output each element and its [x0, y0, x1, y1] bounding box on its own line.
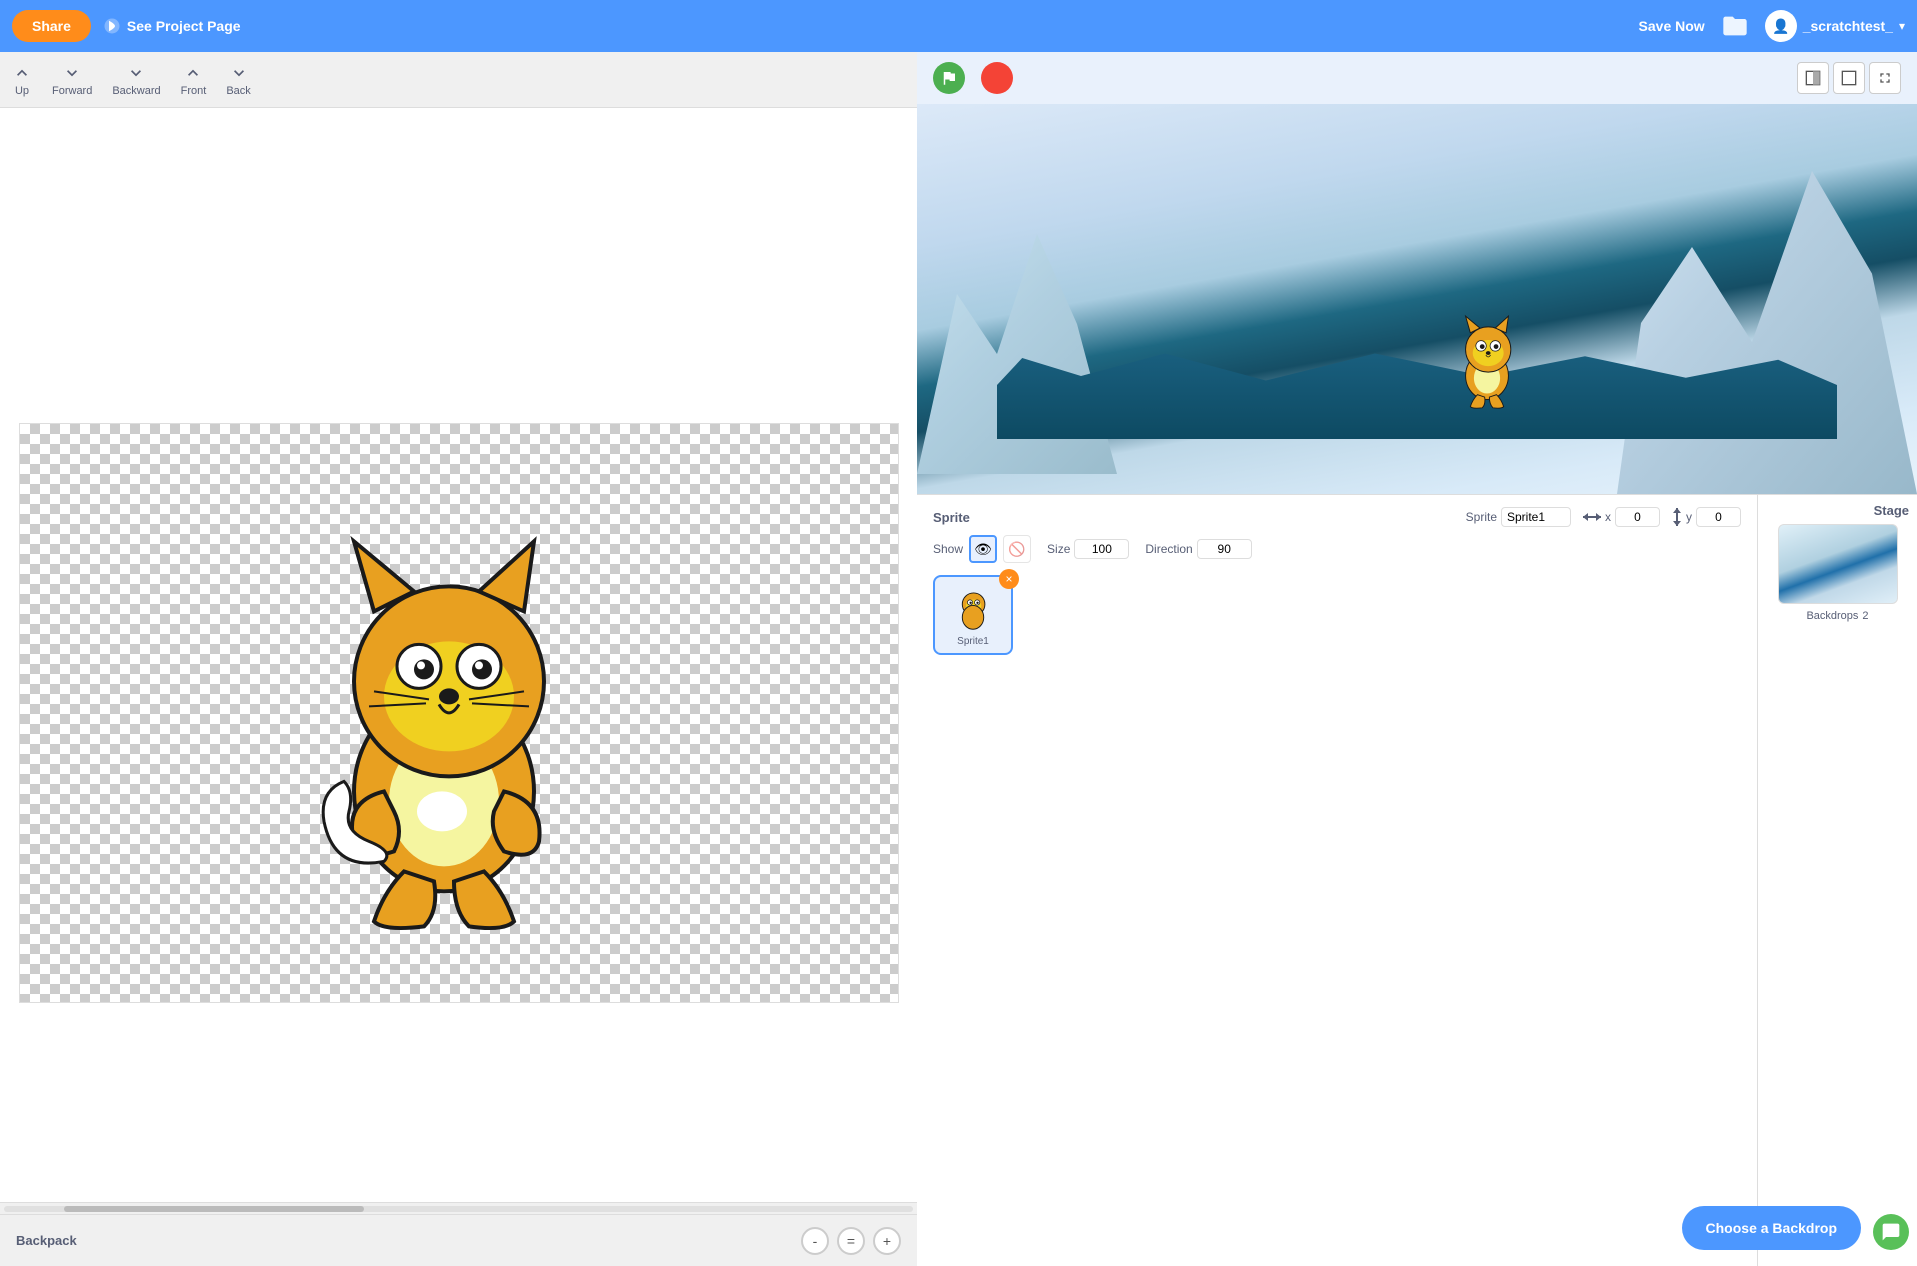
backward-icon [126, 63, 146, 83]
backdrops-label: Backdrops [1806, 610, 1858, 622]
zoom-out-button[interactable]: - [801, 1227, 829, 1255]
front-icon [183, 63, 203, 83]
sprite-properties: Sprite x y [1466, 507, 1741, 527]
add-sprite-fab[interactable] [1873, 1214, 1909, 1250]
sprite-stage-section: Sprite Sprite x y [917, 494, 1917, 1266]
sprite-name-group: Sprite [1466, 507, 1571, 527]
fullscreen-button[interactable] [1869, 62, 1901, 94]
header-right: Save Now 👤 _scratchtest_ ▾ [1639, 10, 1905, 42]
stage-thumbnail[interactable] [1778, 524, 1898, 604]
sprite-delete-button[interactable]: × [999, 569, 1019, 589]
list-item[interactable]: × Sprite1 [933, 575, 1013, 655]
canvas-area [0, 108, 917, 1202]
cat-stage-sprite [1447, 309, 1527, 409]
size-group: Size [1047, 539, 1129, 559]
x-input[interactable] [1615, 507, 1660, 527]
backdrops-info: Backdrops 2 [1806, 610, 1868, 622]
size-input[interactable] [1074, 539, 1129, 559]
y-label: y [1686, 510, 1692, 524]
stage-panel: Stage Backdrops 2 [1757, 495, 1917, 1266]
direction-group: Direction [1145, 539, 1251, 559]
backpack-label: Backpack [16, 1233, 77, 1248]
folder-icon[interactable] [1721, 12, 1749, 40]
chat-icon [1881, 1222, 1901, 1242]
show-visible-button[interactable]: 👁 [969, 535, 997, 563]
controls-bar [917, 52, 1917, 104]
avatar: 👤 [1765, 10, 1797, 42]
see-project-label: See Project Page [127, 18, 241, 34]
sprite-list-area: Sprite Sprite x y [917, 495, 1757, 1266]
direction-label: Direction [1145, 542, 1192, 556]
zoom-in-button[interactable]: + [873, 1227, 901, 1255]
bottom-toolbar: Backpack - = + [0, 1214, 917, 1266]
sprite-section-label: Sprite [933, 510, 970, 525]
backward-label: Backward [112, 85, 160, 97]
normal-stage-button[interactable] [1833, 62, 1865, 94]
header: Share See Project Page Save Now 👤 _scrat… [0, 0, 1917, 52]
chevron-down-icon: ▾ [1899, 19, 1905, 33]
show-size-direction-row: Show 👁 🚫 Size Direction [933, 535, 1741, 563]
zoom-reset-button[interactable]: = [837, 1227, 865, 1255]
see-project-button[interactable]: See Project Page [103, 17, 241, 35]
share-button[interactable]: Share [12, 10, 91, 42]
scroll-track[interactable] [4, 1206, 913, 1212]
front-button[interactable]: Front [181, 63, 207, 97]
main-layout: Up Forward Backward Front Back [0, 52, 1917, 1266]
normal-stage-icon [1841, 70, 1857, 86]
sprite-x-group: x [1583, 507, 1660, 527]
save-now-button[interactable]: Save Now [1639, 18, 1705, 34]
stage-preview [917, 104, 1917, 494]
sprites-grid: × Sprite1 [933, 575, 1741, 655]
back-icon [229, 63, 249, 83]
editor-toolbar: Up Forward Backward Front Back [0, 52, 917, 108]
back-label: Back [226, 85, 250, 97]
stage-tab-label: Stage [1874, 503, 1909, 518]
x-label: x [1605, 510, 1611, 524]
backdrops-count: 2 [1862, 610, 1868, 622]
sprite-name-label: Sprite [1466, 510, 1497, 524]
backward-button[interactable]: Backward [112, 63, 160, 97]
sprite-name-display: Sprite1 [957, 636, 989, 647]
green-flag-button[interactable] [933, 62, 965, 94]
y-axis-icon [1672, 508, 1682, 526]
fullscreen-icon [1877, 70, 1893, 86]
scratch-logo-icon [103, 17, 121, 35]
forward-button[interactable]: Forward [52, 63, 92, 97]
up-button[interactable]: Up [12, 63, 32, 97]
up-icon [12, 63, 32, 83]
up-label: Up [15, 85, 29, 97]
small-stage-icon [1805, 70, 1821, 86]
forward-icon [62, 63, 82, 83]
choose-backdrop-button[interactable]: Choose a Backdrop [1682, 1206, 1861, 1250]
show-hidden-button[interactable]: 🚫 [1003, 535, 1031, 563]
cat-sprite [294, 511, 594, 931]
small-stage-button[interactable] [1797, 62, 1829, 94]
y-input[interactable] [1696, 507, 1741, 527]
back-button[interactable]: Back [226, 63, 250, 97]
canvas-scrollbar [0, 1202, 917, 1214]
front-label: Front [181, 85, 207, 97]
forward-label: Forward [52, 85, 92, 97]
flag-icon [940, 69, 958, 87]
sprite-canvas [19, 423, 899, 1003]
stop-button[interactable] [981, 62, 1013, 94]
user-menu[interactable]: 👤 _scratchtest_ ▾ [1765, 10, 1905, 42]
sprite-y-group: y [1672, 507, 1741, 527]
zoom-controls: - = + [801, 1227, 901, 1255]
direction-input[interactable] [1197, 539, 1252, 559]
show-label: Show [933, 542, 963, 556]
size-label: Size [1047, 542, 1070, 556]
show-group: Show 👁 🚫 [933, 535, 1031, 563]
left-panel: Up Forward Backward Front Back [0, 52, 917, 1266]
sprite-name-input[interactable] [1501, 507, 1571, 527]
username-label: _scratchtest_ [1803, 18, 1893, 34]
sprite-thumbnail [948, 584, 998, 634]
x-axis-icon [1583, 512, 1601, 522]
scroll-thumb[interactable] [64, 1206, 364, 1212]
view-buttons [1797, 62, 1901, 94]
